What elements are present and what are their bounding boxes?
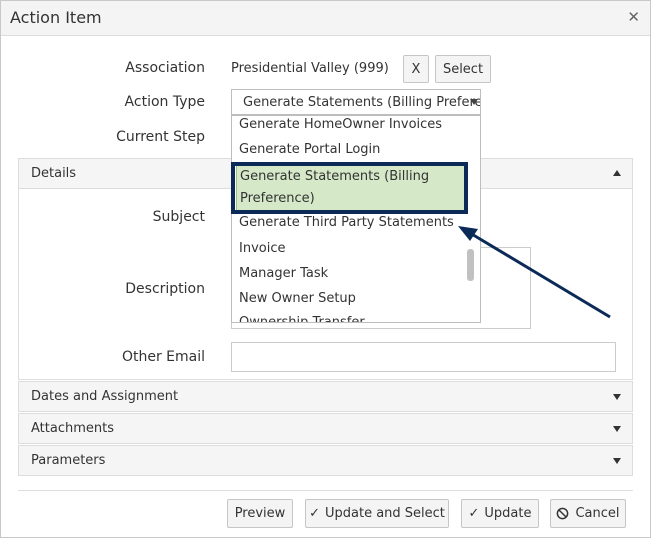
attachments-title: Attachments <box>31 421 114 436</box>
action-type-value: Generate Statements (Billing Preference) <box>243 95 480 110</box>
expand-icon <box>613 394 621 400</box>
cancel-icon <box>557 507 569 520</box>
annotation-highlight-box <box>231 162 468 214</box>
select-association-button[interactable]: Select <box>435 55 491 83</box>
cancel-button[interactable]: Cancel <box>550 499 626 528</box>
dropdown-scrollbar[interactable] <box>467 249 474 281</box>
current-step-label: Current Step <box>116 129 205 145</box>
update-and-select-label: Update and Select <box>324 506 445 521</box>
subject-label: Subject <box>152 209 205 225</box>
dates-assignment-header[interactable]: Dates and Assignment <box>18 381 633 412</box>
check-icon: ✓ <box>468 506 480 521</box>
dates-assignment-title: Dates and Assignment <box>31 389 179 404</box>
chevron-down-icon <box>470 99 478 105</box>
cancel-label: Cancel <box>575 506 620 521</box>
preview-button[interactable]: Preview <box>227 499 293 528</box>
collapse-icon <box>613 170 621 176</box>
update-and-select-button[interactable]: ✓ Update and Select <box>305 499 449 528</box>
parameters-header[interactable]: Parameters <box>18 445 633 476</box>
clear-association-button[interactable]: X <box>403 55 429 83</box>
option-manager-task[interactable]: Manager Task <box>239 266 328 281</box>
dialog-titlebar: Action Item ✕ <box>1 1 650 36</box>
close-icon[interactable]: ✕ <box>627 8 640 26</box>
parameters-title: Parameters <box>31 453 106 468</box>
update-button[interactable]: ✓ Update <box>461 499 539 528</box>
association-label: Association <box>125 60 205 76</box>
option-invoice[interactable]: Invoice <box>239 241 285 256</box>
details-title: Details <box>31 166 77 181</box>
check-icon: ✓ <box>309 506 320 521</box>
option-ownership-transfer[interactable]: Ownership Transfer <box>239 315 365 322</box>
footer-divider <box>18 490 633 491</box>
other-email-label: Other Email <box>121 349 205 365</box>
attachments-header[interactable]: Attachments <box>18 413 633 444</box>
action-type-label: Action Type <box>124 94 205 110</box>
option-generate-third-party-statements[interactable]: Generate Third Party Statements <box>239 215 454 230</box>
action-type-select[interactable]: Generate Statements (Billing Preference) <box>231 89 481 115</box>
update-label: Update <box>484 506 532 521</box>
association-value: Presidential Valley (999) <box>231 61 389 76</box>
other-email-input[interactable] <box>231 342 616 372</box>
action-type-dropdown-list[interactable]: Generate HomeOwner Invoices Generate Por… <box>231 115 481 323</box>
option-new-owner-setup[interactable]: New Owner Setup <box>239 291 356 306</box>
expand-icon <box>613 426 621 432</box>
description-label: Description <box>125 281 205 297</box>
option-generate-portal-login[interactable]: Generate Portal Login <box>239 142 380 157</box>
dialog-title: Action Item <box>10 8 102 27</box>
expand-icon <box>613 458 621 464</box>
option-generate-homeowner-invoices[interactable]: Generate HomeOwner Invoices <box>239 117 442 132</box>
